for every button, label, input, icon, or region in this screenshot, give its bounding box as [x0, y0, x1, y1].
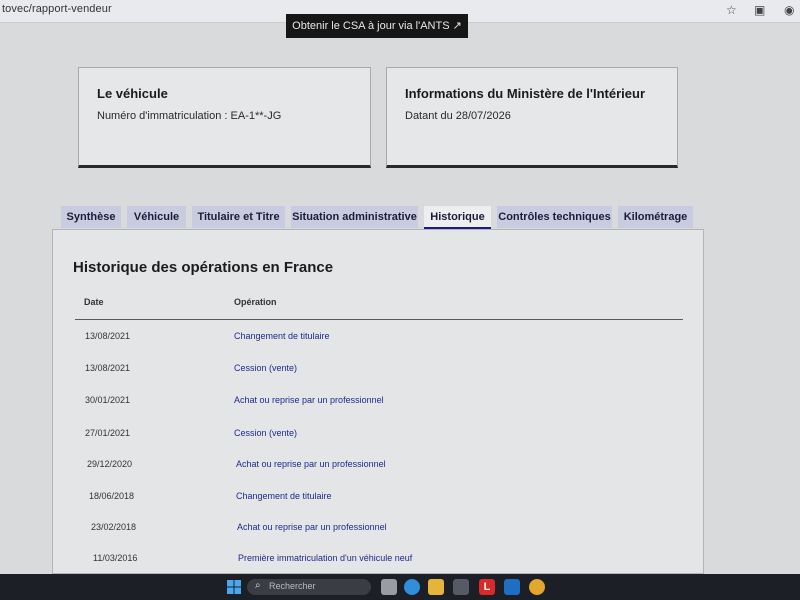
ministry-data-date: Datant du 28/07/2026 [405, 110, 511, 122]
row-operation: Cession (vente) [234, 363, 298, 373]
csa-button-label: Obtenir le CSA à jour via l'ANTS [292, 20, 450, 32]
table-row: 27/01/2021 Cession (vente) [53, 428, 703, 448]
mail-icon[interactable] [504, 579, 520, 595]
extensions-icon[interactable]: ▣ [754, 3, 765, 17]
row-operation: Achat ou reprise par un professionnel [237, 522, 387, 532]
tab-label: Véhicule [133, 211, 180, 223]
ministry-card: Informations du Ministère de l'Intérieur… [386, 67, 678, 168]
table-row: 11/03/2016 Première immatriculation d'un… [53, 553, 703, 573]
table-header-divider [75, 319, 683, 320]
search-icon: ⌕ [255, 580, 261, 591]
edge-icon[interactable] [404, 579, 420, 595]
tab-label: Situation administrative [292, 211, 417, 223]
tab-label: Titulaire et Titre [197, 211, 280, 223]
row-date: 13/08/2021 [85, 363, 131, 373]
table-row: 29/12/2020 Achat ou reprise par un profe… [53, 459, 703, 479]
column-header-operation: Opération [234, 297, 277, 307]
external-link-icon: ↗ [452, 20, 462, 32]
app-l-icon[interactable]: L [479, 579, 495, 595]
table-row: 13/08/2021 Cession (vente) [53, 363, 703, 383]
row-date: 27/01/2021 [85, 428, 131, 438]
search-placeholder: Rechercher [269, 581, 316, 591]
table-row: 13/08/2021 Changement de titulaire [53, 331, 703, 351]
task-view-icon[interactable] [381, 579, 397, 595]
tab-situation-administrative[interactable]: Situation administrative [291, 206, 418, 228]
row-operation: Première immatriculation d'un véhicule n… [238, 553, 413, 563]
windows-taskbar: ⌕ Rechercher L [0, 574, 800, 600]
ministry-card-title: Informations du Ministère de l'Intérieur [405, 86, 646, 101]
tab-synthese[interactable]: Synthèse [61, 206, 121, 228]
table-row: 18/06/2018 Changement de titulaire [53, 491, 703, 511]
tab-label: Contrôles techniques [498, 211, 611, 223]
tab-controles-techniques[interactable]: Contrôles techniques [497, 206, 612, 228]
vehicle-card-title: Le véhicule [97, 86, 168, 101]
tab-label: Kilométrage [623, 211, 688, 223]
profile-icon[interactable]: ◉ [784, 3, 794, 17]
taskbar-search[interactable]: ⌕ Rechercher [247, 579, 371, 595]
get-csa-button[interactable]: Obtenir le CSA à jour via l'ANTS ↗ [286, 14, 468, 38]
address-bar-url[interactable]: tovec/rapport-vendeur [2, 3, 112, 15]
row-date: 29/12/2020 [87, 459, 133, 469]
row-date: 23/02/2018 [91, 522, 137, 532]
registration-number: Numéro d'immatriculation : EA-1**-JG [97, 110, 282, 122]
table-row: 23/02/2018 Achat ou reprise par un profe… [53, 522, 703, 542]
row-operation: Cession (vente) [234, 428, 298, 438]
tab-label: Synthèse [66, 211, 116, 223]
row-date: 11/03/2016 [93, 553, 138, 563]
column-header-date: Date [84, 297, 104, 307]
row-operation: Achat ou reprise par un professionnel [236, 459, 386, 469]
vehicle-card: Le véhicule Numéro d'immatriculation : E… [78, 67, 371, 168]
chrome-icon[interactable] [529, 579, 545, 595]
row-operation: Changement de titulaire [236, 491, 332, 501]
row-date: 13/08/2021 [85, 331, 131, 341]
row-operation: Changement de titulaire [234, 331, 330, 341]
row-date: 18/06/2018 [89, 491, 135, 501]
row-date: 30/01/2021 [85, 395, 131, 405]
tab-historique[interactable]: Historique [424, 206, 491, 229]
row-operation: Achat ou reprise par un professionnel [234, 395, 384, 405]
tab-kilometrage[interactable]: Kilométrage [618, 206, 693, 228]
tab-titulaire-titre[interactable]: Titulaire et Titre [192, 206, 285, 228]
star-icon[interactable]: ☆ [726, 3, 737, 17]
table-row: 30/01/2021 Achat ou reprise par un profe… [53, 395, 703, 415]
file-explorer-icon[interactable] [428, 579, 444, 595]
tab-vehicule[interactable]: Véhicule [127, 206, 186, 228]
history-title: Historique des opérations en France [73, 259, 334, 276]
history-panel: Historique des opérations en France Date… [52, 229, 704, 574]
windows-start-icon[interactable] [226, 579, 242, 595]
tab-label: Historique [430, 211, 485, 223]
store-icon[interactable] [453, 579, 469, 595]
